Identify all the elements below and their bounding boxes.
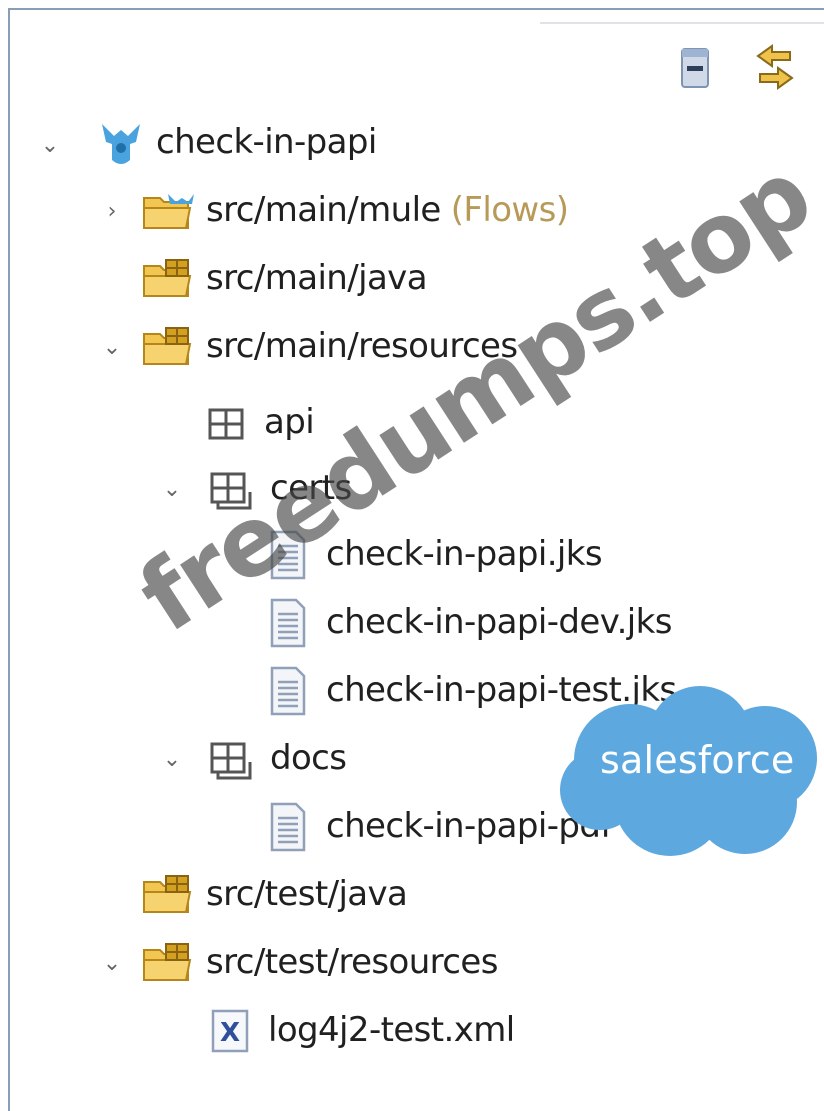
svg-text:X: X [220, 1018, 240, 1048]
toolbar-divider [540, 22, 824, 24]
tree-item-label: check-in-papi [156, 122, 377, 162]
tree-item-file[interactable]: check-in-papi-dev.jks [0, 590, 824, 656]
tree-item-label: check-in-papi-dev.jks [326, 602, 672, 642]
package-icon [206, 404, 246, 444]
source-folder-icon [140, 258, 196, 302]
chevron-down-icon[interactable]: ⌄ [160, 747, 184, 772]
mule-project-icon [96, 120, 146, 170]
tree-item-name: src/main/mule [206, 190, 441, 230]
tree-item-src-test-resources[interactable]: ⌄ src/test/resources [0, 930, 824, 996]
tree-item-file[interactable]: check-in-papi.jks [0, 522, 824, 588]
tree-item-file[interactable]: X log4j2-test.xml [0, 998, 824, 1064]
source-folder-icon [140, 874, 196, 918]
package-icon [206, 738, 266, 782]
file-icon [268, 598, 308, 648]
tree-item-label: src/main/java [206, 258, 428, 298]
source-folder-icon [140, 942, 196, 986]
chevron-down-icon[interactable]: ⌄ [160, 477, 184, 502]
source-folder-icon [140, 326, 196, 370]
tree-item-src-test-java[interactable]: src/test/java [0, 862, 824, 928]
file-icon [268, 802, 308, 852]
salesforce-logo-text: salesforce [600, 738, 795, 782]
chevron-right-icon[interactable]: › [100, 199, 124, 224]
chevron-down-icon[interactable]: ⌄ [100, 335, 124, 360]
tree-item-label: check-in-papi.jks [326, 534, 603, 574]
chevron-down-icon[interactable]: ⌄ [100, 951, 124, 976]
link-with-editor-icon [752, 42, 798, 98]
tree-item-label: src/test/java [206, 874, 408, 914]
tree-item-project[interactable]: ⌄ check-in-papi [0, 112, 824, 178]
tree-item-label: api [264, 402, 315, 442]
collapse-all-button[interactable] [672, 40, 718, 100]
link-with-editor-button[interactable] [752, 40, 798, 100]
tree-item-label: log4j2-test.xml [268, 1010, 515, 1050]
folder-icon [140, 190, 194, 234]
chevron-down-icon[interactable]: ⌄ [38, 133, 62, 158]
collapse-all-icon [677, 46, 713, 94]
xml-file-icon: X [210, 1008, 250, 1054]
tree-item-label: src/test/resources [206, 942, 498, 982]
file-icon [268, 666, 308, 716]
tree-item-label: src/main/mule (Flows) [206, 190, 569, 230]
tree-item-label: docs [270, 738, 347, 778]
tree-item-decoration: (Flows) [450, 190, 569, 230]
